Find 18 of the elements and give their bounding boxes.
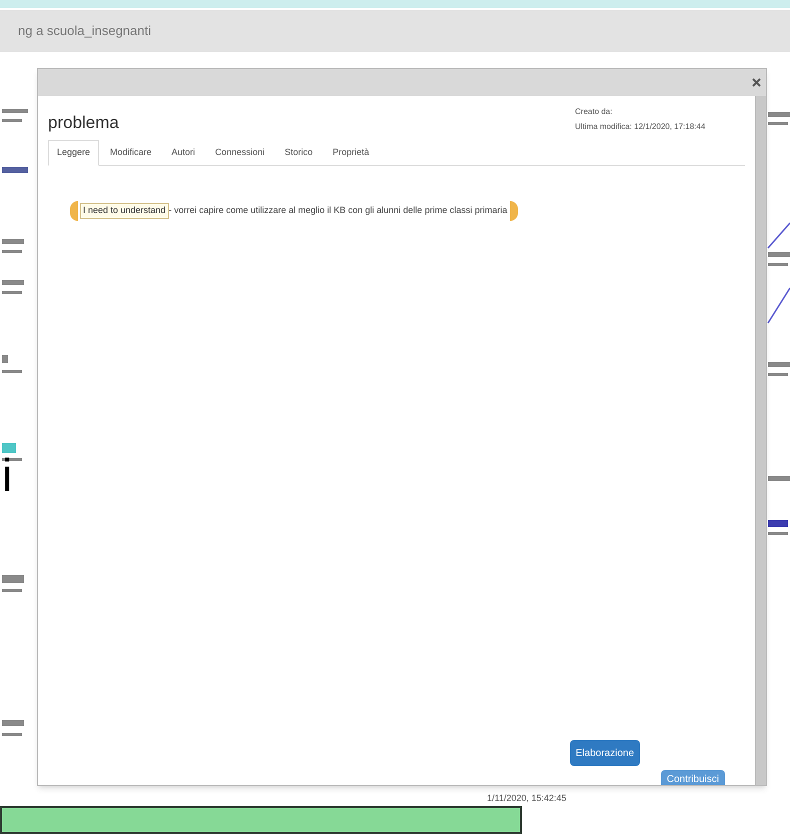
last-modified-label: Ultima modifica: 12/1/2020, 17:18:44 <box>575 121 706 133</box>
tab[interactable]: Connessioni <box>206 140 274 165</box>
scrollbar[interactable] <box>755 96 766 785</box>
canvas-letter: i <box>2 452 12 498</box>
scaffold-end-icon <box>510 201 518 221</box>
tab[interactable]: Storico <box>276 140 322 165</box>
scaffold-label: I need to understand <box>80 203 169 219</box>
scaffold-start-icon <box>70 201 78 221</box>
tab[interactable]: Modificare <box>101 140 161 165</box>
tab[interactable]: Leggere <box>48 140 100 166</box>
timestamp: 1/11/2020, 15:42:45 <box>487 792 566 805</box>
elaboration-button[interactable]: Elaborazione <box>570 740 640 766</box>
scaffold-text: - vorrei capire come utilizzare al meglio il KB con gli alunni delle prime classi primaria <box>168 204 508 218</box>
close-icon[interactable] <box>752 78 761 87</box>
tab[interactable]: Autori <box>162 140 204 165</box>
created-by-label: Creato da: <box>575 106 614 118</box>
note-title: problema <box>48 112 119 134</box>
tab[interactable]: Proprietà <box>324 140 378 165</box>
